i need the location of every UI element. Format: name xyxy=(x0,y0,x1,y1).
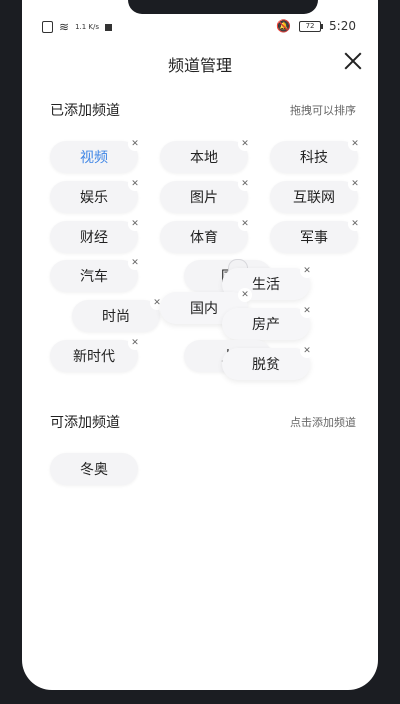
channel-label: 冬奥 xyxy=(80,462,108,478)
status-time: 5:20 xyxy=(329,19,356,33)
remove-icon[interactable]: ✕ xyxy=(128,336,142,350)
available-channel-chip[interactable]: 冬奥 xyxy=(50,453,138,485)
channel-label: 科技 xyxy=(300,150,328,166)
remove-icon[interactable]: ✕ xyxy=(300,304,314,318)
remove-icon[interactable]: ✕ xyxy=(128,217,142,231)
network-speed: 1.1 K/s xyxy=(75,22,100,31)
remove-icon[interactable]: ✕ xyxy=(348,217,362,231)
channel-label: 娱乐 xyxy=(80,190,108,206)
available-section-hint: 点击添加频道 xyxy=(290,416,356,429)
channel-label: 财经 xyxy=(80,230,108,246)
remove-icon[interactable]: ✕ xyxy=(300,264,314,278)
channel-label: 本地 xyxy=(190,150,218,166)
channel-chip-dragging[interactable]: 脱贫 ✕ xyxy=(222,344,314,380)
channel-label: 图片 xyxy=(190,190,218,206)
header: 频道管理 xyxy=(22,44,378,84)
channel-chip[interactable]: 时尚 ✕ xyxy=(72,296,164,332)
remove-icon[interactable]: ✕ xyxy=(128,177,142,191)
phone-frame: ≋ 1.1 K/s 🔕 72 5:20 频道管理 已添加频道 拖拽可以排序 视频… xyxy=(0,0,400,704)
remove-icon[interactable]: ✕ xyxy=(238,288,252,302)
channel-chip[interactable]: 视频 ✕ xyxy=(50,137,142,173)
channel-chip-dragging[interactable]: 房产 ✕ xyxy=(222,304,314,340)
channel-chip[interactable]: 科技 ✕ xyxy=(270,137,362,173)
remove-icon[interactable]: ✕ xyxy=(348,177,362,191)
status-left: ≋ 1.1 K/s xyxy=(42,20,113,34)
channel-chip[interactable]: 新时代 ✕ xyxy=(50,336,142,372)
channel-chip[interactable]: 汽车 ✕ xyxy=(50,256,142,292)
notch xyxy=(128,0,318,14)
added-section-title: 已添加频道 xyxy=(50,103,120,119)
channel-chip[interactable]: 互联网 ✕ xyxy=(270,177,362,213)
available-section-title: 可添加频道 xyxy=(50,415,120,431)
notification-icon xyxy=(105,23,113,31)
remove-icon[interactable]: ✕ xyxy=(348,137,362,151)
channel-label: 互联网 xyxy=(293,190,335,206)
channel-chip[interactable]: 财经 ✕ xyxy=(50,217,142,253)
channel-label: 汽车 xyxy=(80,269,108,285)
remove-icon[interactable]: ✕ xyxy=(238,137,252,151)
channel-label: 时尚 xyxy=(102,309,130,325)
close-icon[interactable] xyxy=(342,50,364,72)
channel-label: 新时代 xyxy=(73,349,115,365)
channel-label: 视频 xyxy=(80,150,108,166)
channel-chip[interactable]: 本地 ✕ xyxy=(160,137,252,173)
channel-label: 国内 xyxy=(190,301,218,317)
channel-label: 军事 xyxy=(300,230,328,246)
remove-icon[interactable]: ✕ xyxy=(128,137,142,151)
screen: ≋ 1.1 K/s 🔕 72 5:20 频道管理 已添加频道 拖拽可以排序 视频… xyxy=(22,0,378,690)
status-right: 🔕 72 5:20 xyxy=(276,19,356,33)
channel-label: 生活 xyxy=(252,277,280,293)
remove-icon[interactable]: ✕ xyxy=(238,217,252,231)
channel-label: 脱贫 xyxy=(252,357,280,373)
remove-icon[interactable]: ✕ xyxy=(238,177,252,191)
remove-icon[interactable]: ✕ xyxy=(300,344,314,358)
page-title: 频道管理 xyxy=(167,56,232,75)
wifi-icon: ≋ xyxy=(59,20,70,34)
added-section-hint: 拖拽可以排序 xyxy=(290,104,356,117)
battery-icon: 72 xyxy=(299,20,324,32)
channel-chip[interactable]: 体育 ✕ xyxy=(160,217,252,253)
remove-icon[interactable]: ✕ xyxy=(128,256,142,270)
channel-label: 房产 xyxy=(252,317,280,333)
channel-chip[interactable]: 娱乐 ✕ xyxy=(50,177,142,213)
sim-icon xyxy=(42,21,53,33)
channel-label: 体育 xyxy=(190,230,218,246)
mute-bell-icon: 🔕 xyxy=(276,19,292,33)
status-bar: ≋ 1.1 K/s 🔕 72 5:20 xyxy=(22,16,378,38)
channel-chip[interactable]: 图片 ✕ xyxy=(160,177,252,213)
channel-chip[interactable]: 军事 ✕ xyxy=(270,217,362,253)
